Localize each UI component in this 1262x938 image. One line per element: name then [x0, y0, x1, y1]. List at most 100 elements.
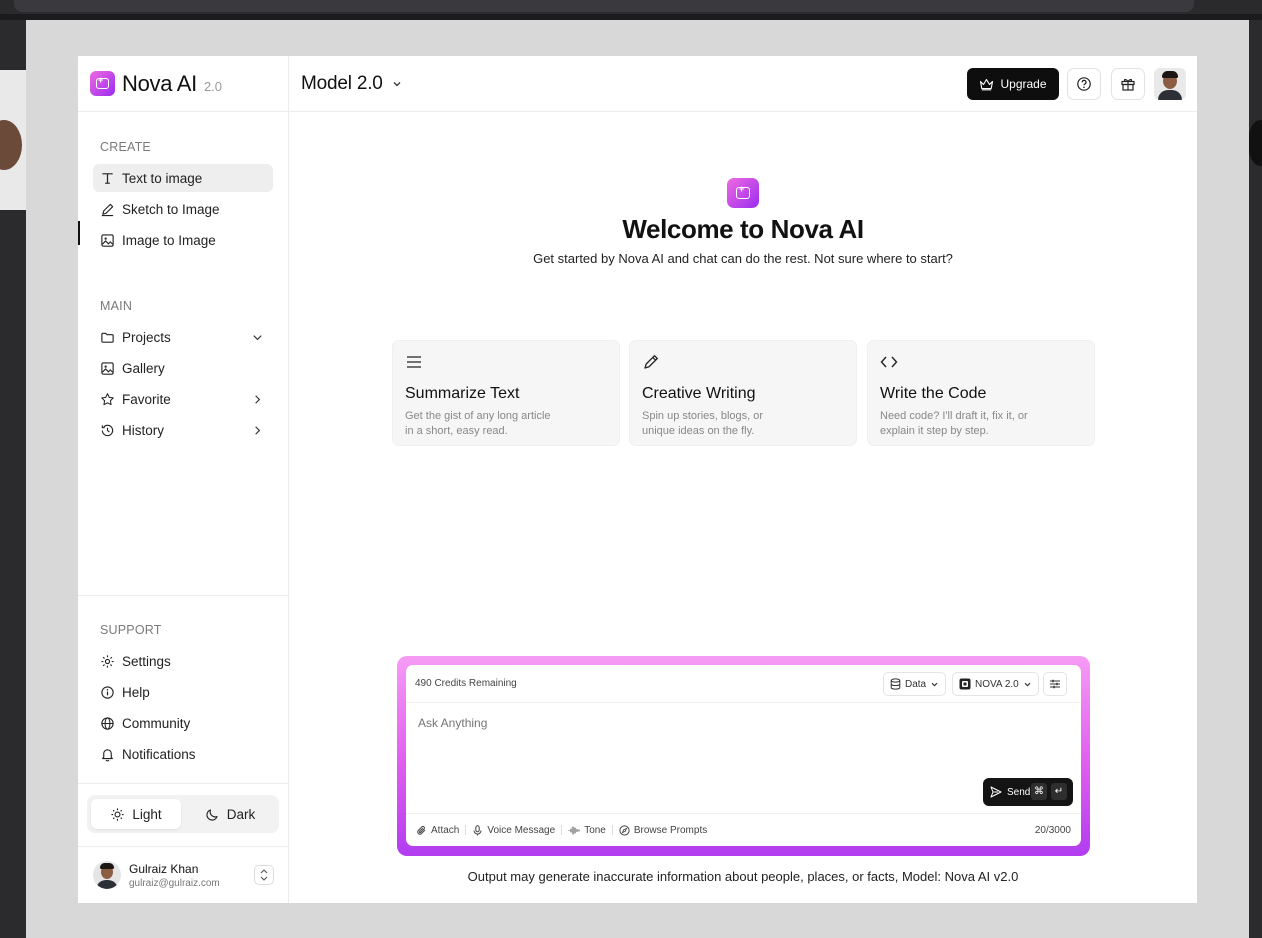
model-selector[interactable]: Model 2.0 [301, 73, 403, 95]
send-button[interactable]: Send ⌘ ↵ [983, 778, 1073, 806]
model-chip-label: NOVA 2.0 [975, 678, 1019, 690]
sidebar: Nova AI 2.0 CREATE Text to image Sketch … [78, 56, 289, 903]
sidebar-divider [78, 783, 289, 784]
character-counter: 20/3000 [1034, 825, 1071, 836]
sidebar-item-label: History [122, 422, 165, 438]
theme-light-button[interactable]: Light [91, 799, 181, 829]
suggestion-card-write-code[interactable]: Write the Code Need code? I'll draft it,… [867, 340, 1095, 446]
chevron-down-icon [931, 682, 938, 686]
welcome-subtitle: Get started by Nova AI and chat can do t… [533, 251, 953, 266]
tone-label: Tone [584, 824, 606, 836]
user-profile[interactable]: Gulraiz Khan gulraiz@gulraiz.com [78, 846, 289, 903]
image-icon [101, 361, 114, 375]
nova-logo-icon [727, 178, 759, 208]
voice-message-button[interactable]: Voice Message [472, 825, 555, 836]
chevron-down-icon [253, 335, 262, 341]
credits-remaining: 490 Credits Remaining [415, 678, 517, 689]
globe-icon [101, 716, 114, 730]
sidebar-item-projects[interactable]: Projects [93, 323, 273, 351]
history-icon [101, 424, 114, 436]
upgrade-label: Upgrade [1000, 77, 1047, 91]
return-key-icon: ↵ [1051, 783, 1067, 800]
footer-separator [465, 825, 467, 835]
avatar[interactable] [1154, 68, 1186, 100]
suggestion-card-creative-writing[interactable]: Creative Writing Spin up stories, blogs,… [629, 340, 857, 446]
sidebar-item-settings[interactable]: Settings [93, 647, 273, 675]
sidebar-item-favorite[interactable]: Favorite [93, 385, 273, 413]
type-icon [102, 172, 113, 184]
sidebar-item-label: Community [122, 715, 191, 731]
card-description: Need code? I'll draft it, fix it, or exp… [880, 410, 1028, 437]
prompt-input[interactable] [418, 716, 1058, 730]
active-indicator [78, 221, 80, 245]
nova-logo-icon [90, 71, 115, 96]
sidebar-item-label: Settings [122, 653, 171, 669]
model-badge-icon [959, 678, 971, 690]
compass-icon [619, 824, 630, 836]
brand-header: Nova AI 2.0 [78, 56, 288, 112]
pen-icon [644, 355, 658, 369]
data-selector[interactable]: Data [883, 672, 947, 696]
sidebar-item-notifications[interactable]: Notifications [93, 740, 273, 768]
sidebar-item-image-to-image[interactable]: Image to Image [93, 226, 273, 254]
model-chip-selector[interactable]: NOVA 2.0 [952, 672, 1039, 696]
chevron-right-icon [255, 395, 261, 404]
database-icon [890, 678, 901, 690]
sidebar-item-community[interactable]: Community [93, 709, 273, 737]
send-label: Send [1007, 786, 1031, 798]
moon-icon [206, 808, 218, 821]
footer-separator [611, 825, 613, 835]
card-description: Spin up stories, blogs, or unique ideas … [642, 410, 764, 437]
attach-button[interactable]: Attach [416, 825, 459, 836]
folder-icon [101, 332, 114, 343]
bell-icon [102, 748, 113, 761]
sidebar-item-label: Notifications [122, 746, 196, 762]
composer: 490 Credits Remaining Data NOVA 2.0 Ask … [406, 665, 1081, 846]
star-icon [101, 392, 114, 405]
sidebar-item-label: Help [122, 684, 150, 700]
help-button[interactable] [1067, 68, 1101, 100]
data-label: Data [905, 678, 927, 690]
image-icon [101, 233, 114, 247]
user-email: gulraiz@gulraiz.com [129, 877, 220, 889]
app-window: Nova AI 2.0 CREATE Text to image Sketch … [78, 56, 1197, 903]
composer-settings-button[interactable] [1043, 672, 1067, 696]
command-key-icon: ⌘ [1031, 783, 1047, 800]
main-content: Model 2.0 Upgrade Welcome to Nova AI Get… [289, 56, 1197, 903]
upgrade-button[interactable]: Upgrade [967, 68, 1059, 100]
chevron-down-icon [1024, 682, 1031, 686]
section-label-support: SUPPORT [100, 623, 162, 637]
sidebar-item-gallery[interactable]: Gallery [93, 354, 273, 382]
info-icon [101, 685, 114, 699]
background-browser-bar [0, 0, 1262, 14]
chevron-right-icon [255, 426, 261, 435]
suggestion-card-summarize[interactable]: Summarize Text Get the gist of any long … [392, 340, 620, 446]
background-left-panel [0, 20, 26, 938]
sidebar-item-text-to-image[interactable]: Text to image [93, 164, 273, 192]
tone-button[interactable]: Tone [568, 825, 606, 836]
sidebar-item-help[interactable]: Help [93, 678, 273, 706]
sidebar-item-label: Image to Image [122, 232, 216, 248]
card-description: Get the gist of any long article in a sh… [405, 410, 551, 437]
voice-label: Voice Message [487, 824, 556, 836]
browse-prompts-button[interactable]: Browse Prompts [619, 825, 707, 836]
account-switch-button[interactable] [254, 865, 274, 885]
welcome-title: Welcome to Nova AI [622, 214, 864, 244]
attach-label: Attach [431, 824, 460, 836]
sidebar-item-sketch-to-image[interactable]: Sketch to Image [93, 195, 273, 223]
top-bar: Model 2.0 [289, 56, 1197, 112]
keyboard-shortcut: ⌘ ↵ [1031, 783, 1067, 800]
composer-footer: Attach Voice Message Tone Browse Prompts… [406, 813, 1081, 846]
composer-frame: 490 Credits Remaining Data NOVA 2.0 Ask … [397, 656, 1090, 856]
card-title: Write the Code [880, 385, 987, 402]
gift-button[interactable] [1111, 68, 1145, 100]
paperclip-icon [417, 825, 426, 835]
avatar [93, 861, 121, 889]
theme-dark-button[interactable]: Dark [185, 799, 275, 829]
question-icon [1077, 77, 1091, 91]
background-right-panel [1248, 20, 1262, 938]
card-title: Creative Writing [642, 385, 756, 402]
gift-icon [1121, 78, 1135, 91]
crown-icon [980, 78, 994, 90]
sidebar-item-history[interactable]: History [93, 416, 273, 444]
